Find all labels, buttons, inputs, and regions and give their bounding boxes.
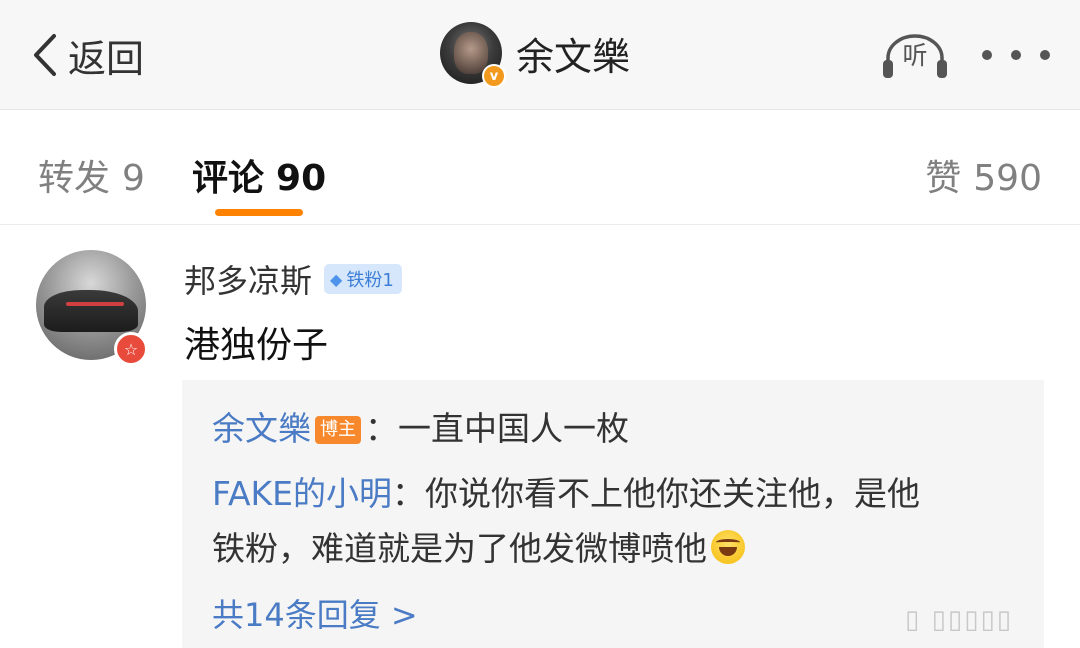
back-button[interactable]: 返回 xyxy=(30,28,144,82)
comment-text: 港独份子 xyxy=(184,325,329,366)
watermark-logo: ▯ ▯▯▯▯▯ xyxy=(905,605,1014,635)
view-all-replies-link[interactable]: 共14条回复 > xyxy=(212,590,418,636)
chevron-left-icon xyxy=(34,34,56,76)
reply-text: ：你说你看不上他你还关注他，是他 xyxy=(392,474,921,513)
reply-item: FAKE的小明：你说你看不上他你还关注他，是他 xyxy=(212,465,920,523)
blogger-badge: 博主 xyxy=(315,416,361,444)
comment-header: 邦多凉斯 ◆ 铁粉1 xyxy=(184,258,402,300)
diamond-icon: ◆ xyxy=(330,269,343,289)
interaction-tabs: 转发 9 评论 90 赞 590 xyxy=(0,111,1080,225)
verified-badge-icon: v xyxy=(482,64,506,88)
listen-label: 听 xyxy=(902,41,928,70)
top-navigation-bar: 返回 v 余文樂 听 xyxy=(0,0,1080,110)
back-label: 返回 xyxy=(68,36,145,81)
reply-text-continued: 铁粉，难道就是为了他发微博喷他 xyxy=(212,529,707,568)
more-options-button[interactable] xyxy=(982,40,1050,70)
tab-repost[interactable]: 转发 9 xyxy=(38,149,145,201)
tab-likes-count: 590 xyxy=(973,158,1042,199)
more-dots-icon xyxy=(982,50,992,60)
reply-text: ：一直中国人一枚 xyxy=(365,409,629,448)
listen-button[interactable]: 听 xyxy=(880,32,950,80)
commenter-avatar[interactable]: ☆ xyxy=(36,250,148,366)
fan-level-badge: ◆ 铁粉1 xyxy=(324,264,402,294)
profile-header[interactable]: v 余文樂 xyxy=(440,20,631,88)
commenter-username[interactable]: 邦多凉斯 xyxy=(184,256,312,302)
star-badge-icon: ☆ xyxy=(114,332,148,366)
reply-author[interactable]: FAKE的小明 xyxy=(212,474,392,513)
reply-author[interactable]: 余文樂 xyxy=(212,409,311,448)
reply-item: 余文樂 博主 ：一直中国人一枚 xyxy=(212,400,629,458)
tab-comments-count: 90 xyxy=(276,158,327,199)
active-tab-indicator xyxy=(215,209,303,216)
profile-name: 余文樂 xyxy=(516,34,631,79)
fan-badge-label: 铁粉1 xyxy=(346,270,394,291)
tab-comments-label: 评论 xyxy=(192,158,265,199)
tab-likes-label: 赞 xyxy=(925,158,962,199)
tab-comments[interactable]: 评论 90 xyxy=(192,149,326,201)
avatar[interactable]: v xyxy=(440,22,506,88)
tab-repost-label: 转发 xyxy=(38,158,111,199)
tab-repost-count: 9 xyxy=(122,158,145,199)
tab-likes[interactable]: 赞 590 xyxy=(925,149,1042,201)
reply-item-continued: 铁粉，难道就是为了他发微博喷他 xyxy=(212,520,745,578)
laughing-emoji-icon xyxy=(711,530,745,564)
